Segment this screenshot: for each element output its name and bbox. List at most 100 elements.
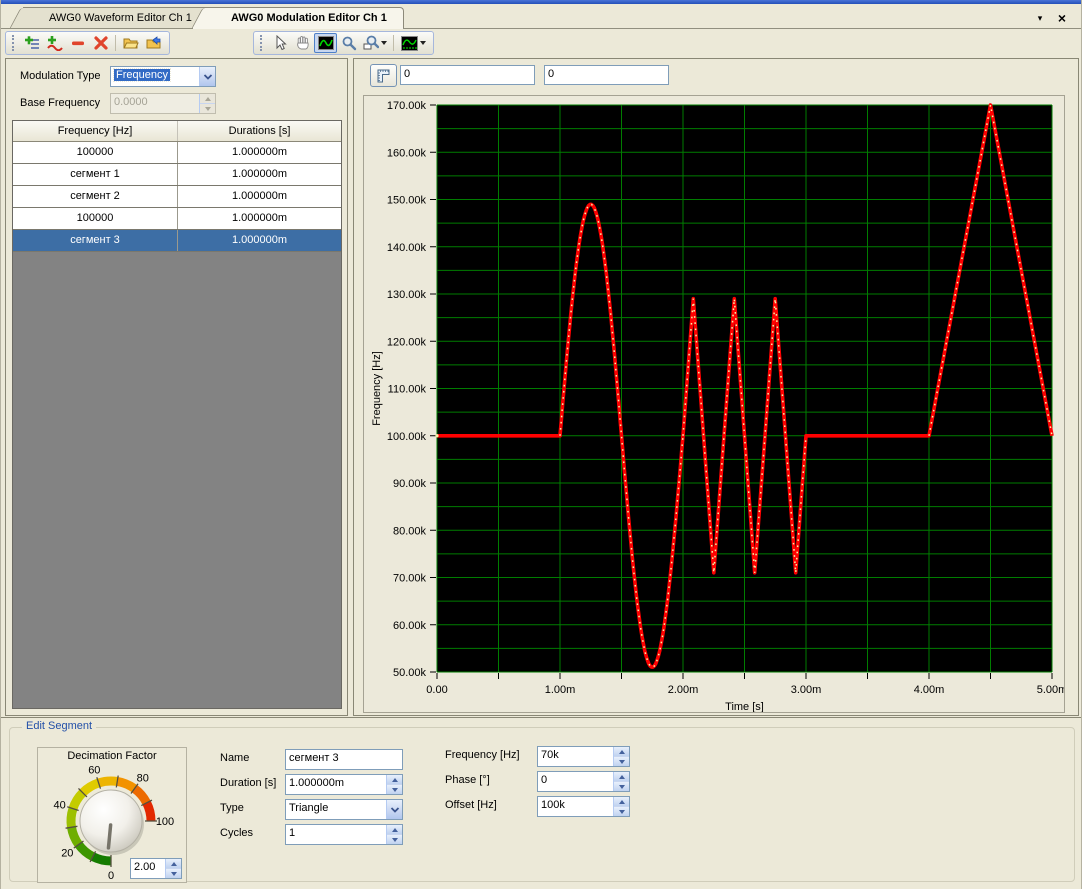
add-waveform-icon: [47, 35, 63, 51]
x-tick-label: 1.00m: [545, 684, 576, 696]
y-tick-label: 90.00k: [393, 478, 427, 490]
field-label: Phase [°]: [445, 774, 490, 786]
edit-segment-panel: Edit Segment Decimation Factor 020406080…: [1, 717, 1082, 889]
knob-arc-segment: [73, 793, 83, 809]
field-value: 1.000000m: [286, 775, 386, 794]
duration-s-field[interactable]: 1.000000m: [285, 774, 403, 795]
decimation-spinner[interactable]: [165, 859, 181, 878]
table-cell[interactable]: сегмент 1: [13, 164, 177, 185]
y-tick-label: 70.00k: [393, 573, 427, 585]
column-header-durations[interactable]: Durations [s]: [177, 121, 341, 141]
spin-down-icon: [619, 785, 625, 789]
toolbar-drag-handle[interactable]: [260, 35, 263, 51]
waveform-plot[interactable]: 170.00k160.00k150.00k140.00k130.00k120.0…: [364, 96, 1064, 712]
spinner-buttons[interactable]: [613, 772, 629, 791]
spinner-buttons[interactable]: [386, 775, 402, 794]
tab-waveform-editor[interactable]: AWG0 Waveform Editor Ch 1: [23, 7, 209, 28]
segment-table-body: 1000001.000000mсегмент 11.000000mсегмент…: [13, 142, 341, 252]
decimation-value-field[interactable]: 2.00: [130, 858, 182, 879]
table-cell[interactable]: сегмент 3: [13, 230, 177, 251]
toolbar-drag-handle[interactable]: [12, 35, 15, 51]
y-tick-label: 160.00k: [387, 147, 427, 159]
base-frequency-label: Base Frequency: [20, 97, 100, 109]
x-tick-label: 5.00m: [1037, 684, 1064, 696]
spinner-buttons[interactable]: [613, 747, 629, 766]
spin-up-icon: [619, 800, 625, 804]
add-waveform-button[interactable]: [43, 33, 66, 53]
field-label: Duration [s]: [220, 777, 276, 789]
table-cell[interactable]: 1.000000m: [177, 208, 341, 229]
knob-scale-label: 100: [156, 816, 174, 828]
folder-export-icon: [146, 35, 162, 51]
knob-body[interactable]: [80, 790, 142, 852]
table-cell[interactable]: 100000: [13, 208, 177, 229]
pan-hand-button[interactable]: [291, 33, 314, 53]
tab-list-chevron-button[interactable]: ▾: [1031, 11, 1049, 27]
table-cell[interactable]: 1.000000m: [177, 186, 341, 207]
dropdown-caret-icon: [381, 41, 387, 45]
x-axis-label: Time [s]: [725, 701, 764, 712]
table-cell[interactable]: 1.000000m: [177, 142, 341, 163]
toolbar-row: [1, 29, 1082, 58]
table-row[interactable]: 1000001.000000m: [13, 142, 341, 164]
toolbar-separator: [393, 35, 394, 51]
table-row[interactable]: 1000001.000000m: [13, 208, 341, 230]
offset-hz-field[interactable]: 100k: [537, 796, 630, 817]
frequency-hz-field[interactable]: 70k: [537, 746, 630, 767]
table-cell[interactable]: 1.000000m: [177, 230, 341, 251]
decimation-factor-panel: Decimation Factor 020406080100 2.00: [37, 747, 187, 883]
frequency-chart: 170.00k160.00k150.00k140.00k130.00k120.0…: [363, 95, 1065, 713]
y-tick-label: 80.00k: [393, 525, 427, 537]
table-cell[interactable]: 100000: [13, 142, 177, 163]
tab-modulation-editor-label: AWG0 Modulation Editor Ch 1: [231, 12, 387, 24]
base-frequency-spinner: [199, 94, 215, 113]
modulation-type-combobox[interactable]: Frequency: [110, 66, 216, 87]
tab-modulation-editor[interactable]: AWG0 Modulation Editor Ch 1: [205, 7, 404, 28]
table-row[interactable]: сегмент 31.000000m: [13, 230, 341, 252]
column-header-frequency[interactable]: Frequency [Hz]: [13, 121, 177, 141]
knob-arc-segment: [147, 803, 151, 821]
table-row[interactable]: сегмент 21.000000m: [13, 186, 341, 208]
cursor-x-field[interactable]: 0: [400, 65, 535, 85]
segment-table-header[interactable]: Frequency [Hz] Durations [s]: [13, 121, 341, 142]
y-tick-label: 140.00k: [387, 242, 427, 254]
delete-all-button[interactable]: [89, 33, 112, 53]
save-file-button[interactable]: [142, 33, 165, 53]
close-tab-button[interactable]: ×: [1053, 11, 1071, 27]
knob-scale-label: 40: [54, 799, 66, 811]
add-segment-button[interactable]: [20, 33, 43, 53]
remove-segment-button[interactable]: [66, 33, 89, 53]
dropdown-caret-icon: [420, 41, 426, 45]
zoom-in-button[interactable]: [337, 33, 360, 53]
zoom-box-button[interactable]: [360, 33, 390, 53]
table-cell[interactable]: сегмент 2: [13, 186, 177, 207]
table-cell[interactable]: 1.000000m: [177, 164, 341, 185]
combo-dropdown-button[interactable]: [199, 67, 215, 86]
y-axis-label: Frequency [Hz]: [371, 351, 383, 426]
spin-down-icon: [171, 872, 177, 876]
spin-up-icon: [392, 778, 398, 782]
open-file-button[interactable]: [119, 33, 142, 53]
display-options-button[interactable]: [397, 33, 429, 53]
spinner-buttons[interactable]: [613, 797, 629, 816]
knob-scale-label: 20: [61, 848, 73, 860]
awg-modulation-editor-window: AWG0 Waveform Editor Ch 1 AWG0 Modulatio…: [0, 0, 1082, 889]
spin-down-icon: [205, 107, 211, 111]
select-cursor-button[interactable]: [268, 33, 291, 53]
knob-pointer: [108, 825, 110, 848]
combo-dropdown-button[interactable]: [386, 800, 402, 819]
cursor-x-value: 0: [401, 66, 534, 84]
type-field[interactable]: Triangle: [285, 799, 403, 820]
cursor-y-field[interactable]: 0: [544, 65, 669, 85]
name-field[interactable]: сегмент 3: [285, 749, 403, 770]
measure-button[interactable]: [370, 64, 397, 87]
y-tick-label: 150.00k: [387, 195, 427, 207]
fit-waveform-button[interactable]: [314, 33, 337, 53]
ruler-corner-icon: [376, 68, 392, 84]
modulation-type-label: Modulation Type: [20, 70, 101, 82]
spinner-buttons[interactable]: [386, 825, 402, 844]
cycles-field[interactable]: 1: [285, 824, 403, 845]
knob-arc-segment: [99, 781, 118, 783]
table-row[interactable]: сегмент 11.000000m: [13, 164, 341, 186]
phase-field[interactable]: 0: [537, 771, 630, 792]
